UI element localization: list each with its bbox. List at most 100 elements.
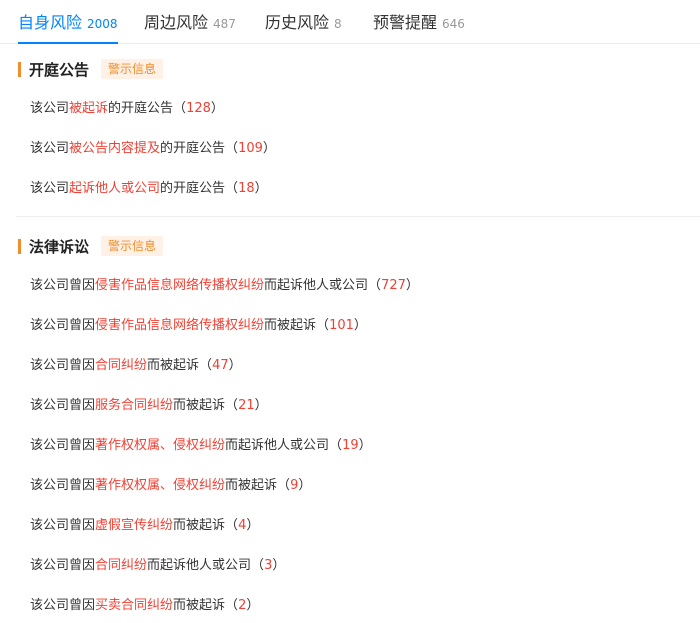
paren-close: ）: [353, 318, 367, 333]
paren-open: （: [277, 478, 291, 493]
section-accent-bar: [18, 239, 21, 254]
paren-close: ）: [246, 518, 260, 533]
tab-label: 自身风险: [18, 13, 83, 32]
row-highlight-link[interactable]: 侵害作品信息网络传播权纠纷: [95, 278, 264, 293]
paren-open: （: [368, 278, 382, 293]
paren-close: ）: [272, 558, 286, 573]
row-prefix: 该公司曾因: [30, 438, 96, 453]
row-suffix: 而起诉他人或公司: [225, 438, 330, 453]
row-suffix: 而被起诉: [173, 398, 226, 413]
row-prefix: 该公司曾因: [30, 518, 96, 533]
section-title-text: 法律诉讼: [29, 238, 90, 256]
tab-warning-alerts[interactable]: 预警提醒 646: [373, 9, 465, 44]
paren-close: ）: [358, 438, 372, 453]
list-item: 该公司曾因虚假宣传纠纷而被起诉（4）: [30, 517, 259, 535]
row-suffix: 的开庭公告: [160, 181, 226, 196]
row-highlight-link[interactable]: 侵害作品信息网络传播权纠纷: [95, 318, 264, 333]
row-highlight-link[interactable]: 服务合同纠纷: [95, 398, 173, 413]
row-count[interactable]: 18: [238, 181, 255, 196]
paren-open: （: [225, 141, 239, 156]
row-count[interactable]: 47: [212, 358, 229, 373]
tab-surrounding-risk[interactable]: 周边风险 487: [144, 9, 236, 44]
section-title-text: 开庭公告: [29, 61, 90, 79]
paren-close: ）: [210, 101, 224, 116]
row-prefix: 该公司曾因: [30, 478, 96, 493]
row-prefix: 该公司: [30, 101, 70, 116]
row-highlight-link[interactable]: 起诉他人或公司: [69, 181, 160, 196]
row-count[interactable]: 19: [342, 438, 359, 453]
row-prefix: 该公司曾因: [30, 358, 96, 373]
row-suffix: 而被起诉: [147, 358, 200, 373]
row-suffix: 而被起诉: [173, 598, 226, 613]
paren-close: ）: [298, 478, 312, 493]
paren-open: （: [225, 398, 239, 413]
list-item: 该公司曾因著作权权属、侵权纠纷而被起诉（9）: [30, 477, 311, 495]
list-item: 该公司曾因侵害作品信息网络传播权纠纷而起诉他人或公司（727）: [30, 277, 419, 295]
list-item: 该公司曾因著作权权属、侵权纠纷而起诉他人或公司（19）: [30, 437, 372, 455]
paren-open: （: [316, 318, 330, 333]
paren-close: ）: [262, 141, 276, 156]
paren-close: ）: [254, 398, 268, 413]
paren-close: ）: [405, 278, 419, 293]
section-divider: [16, 216, 700, 217]
risk-tabs: 自身风险 2008 周边风险 487 历史风险 8 预警提醒 646: [0, 0, 700, 44]
row-prefix: 该公司曾因: [30, 318, 96, 333]
warning-badge: 警示信息: [101, 236, 164, 256]
row-highlight-link[interactable]: 被公告内容提及: [69, 141, 160, 156]
tab-label: 历史风险: [265, 13, 330, 32]
list-item: 该公司起诉他人或公司的开庭公告（18）: [30, 180, 268, 198]
paren-close: ）: [254, 181, 268, 196]
row-count[interactable]: 727: [381, 278, 406, 293]
paren-open: （: [251, 558, 265, 573]
row-highlight-link[interactable]: 著作权权属、侵权纠纷: [95, 478, 225, 493]
row-prefix: 该公司曾因: [30, 558, 96, 573]
tab-count: 487: [213, 17, 236, 31]
row-prefix: 该公司曾因: [30, 598, 96, 613]
paren-open: （: [199, 358, 213, 373]
paren-open: （: [173, 101, 187, 116]
list-item: 该公司曾因合同纠纷而起诉他人或公司（3）: [30, 557, 285, 575]
tab-history-risk[interactable]: 历史风险 8: [265, 9, 342, 44]
list-item: 该公司曾因合同纠纷而被起诉（47）: [30, 357, 242, 375]
row-highlight-link[interactable]: 合同纠纷: [95, 358, 147, 373]
warning-badge: 警示信息: [101, 59, 164, 79]
paren-close: ）: [228, 358, 242, 373]
row-count[interactable]: 101: [329, 318, 354, 333]
list-item: 该公司被起诉的开庭公告（128）: [30, 100, 224, 118]
row-prefix: 该公司: [30, 181, 70, 196]
list-item: 该公司被公告内容提及的开庭公告（109）: [30, 140, 276, 158]
tab-count: 2008: [87, 17, 118, 31]
row-count[interactable]: 109: [238, 141, 263, 156]
list-item: 该公司曾因侵害作品信息网络传播权纠纷而被起诉（101）: [30, 317, 367, 335]
row-prefix: 该公司: [30, 141, 70, 156]
row-highlight-link[interactable]: 虚假宣传纠纷: [95, 518, 173, 533]
row-count[interactable]: 21: [238, 398, 255, 413]
row-count[interactable]: 128: [186, 101, 211, 116]
row-highlight-link[interactable]: 著作权权属、侵权纠纷: [95, 438, 225, 453]
list-item: 该公司曾因买卖合同纠纷而被起诉（2）: [30, 597, 259, 615]
paren-open: （: [329, 438, 343, 453]
tab-label: 预警提醒: [373, 13, 438, 32]
list-item: 该公司曾因服务合同纠纷而被起诉（21）: [30, 397, 268, 415]
tab-count: 646: [442, 17, 465, 31]
row-highlight-link[interactable]: 合同纠纷: [95, 558, 147, 573]
section-accent-bar: [18, 62, 21, 77]
paren-open: （: [225, 518, 239, 533]
paren-open: （: [225, 598, 239, 613]
tab-self-risk[interactable]: 自身风险 2008: [18, 9, 118, 44]
row-suffix: 而被起诉: [173, 518, 226, 533]
row-suffix: 而起诉他人或公司: [264, 278, 369, 293]
paren-close: ）: [246, 598, 260, 613]
row-prefix: 该公司曾因: [30, 278, 96, 293]
row-suffix: 的开庭公告: [160, 141, 226, 156]
row-suffix: 而被起诉: [225, 478, 278, 493]
row-suffix: 而被起诉: [264, 318, 317, 333]
row-suffix: 而起诉他人或公司: [147, 558, 252, 573]
row-highlight-link[interactable]: 买卖合同纠纷: [95, 598, 173, 613]
tab-label: 周边风险: [144, 13, 209, 32]
row-highlight-link[interactable]: 被起诉: [69, 101, 108, 116]
row-prefix: 该公司曾因: [30, 398, 96, 413]
tab-count: 8: [334, 17, 342, 31]
paren-open: （: [225, 181, 239, 196]
row-suffix: 的开庭公告: [108, 101, 174, 116]
